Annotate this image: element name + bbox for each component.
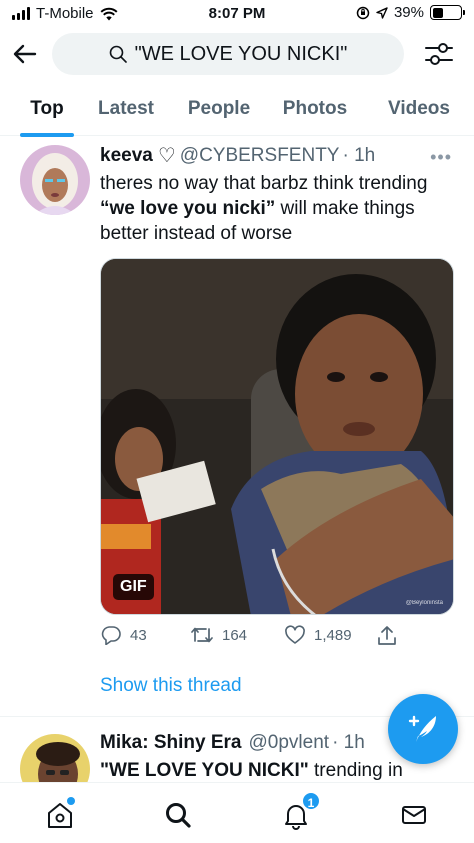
search-query: "WE LOVE YOU NICKI" — [134, 42, 348, 65]
battery-percent: 39% — [393, 4, 424, 21]
tweet-text: theres no way that barbz think trending … — [100, 171, 454, 246]
compose-tweet-button[interactable] — [388, 694, 458, 764]
like-button[interactable]: 1,489 — [284, 625, 352, 645]
avatar-image — [20, 145, 90, 215]
tab-photos-label: Photos — [282, 98, 348, 119]
nav-search[interactable] — [158, 795, 198, 835]
search-icon — [109, 45, 127, 63]
tab-latest[interactable]: Latest — [90, 86, 162, 136]
status-bar: T-Mobile 8:07 PM 39% — [0, 0, 474, 28]
tweet-text-part: trending in — [308, 760, 403, 781]
search-field[interactable]: "WE LOVE YOU NICKI" — [52, 33, 404, 75]
tweet-text-bold: "WE LOVE YOU NICKI" — [100, 760, 309, 781]
avatar[interactable] — [20, 734, 90, 782]
tweet-text-bold: “we love you nicki” — [100, 198, 276, 219]
tweet-header: Mika: Shiny Era @0pvlent · 1h — [100, 732, 365, 754]
show-thread-link[interactable]: Show this thread — [100, 675, 242, 697]
search-header: "WE LOVE YOU NICKI" — [0, 30, 474, 78]
nav-notifications[interactable]: 1 — [276, 791, 321, 835]
gif-badge: GIF — [113, 574, 154, 600]
tab-people-label: People — [187, 98, 251, 119]
mail-icon — [402, 806, 426, 824]
avatar-image — [20, 734, 90, 782]
sliders-icon — [425, 43, 453, 65]
tab-videos[interactable]: Videos — [382, 86, 456, 136]
display-name[interactable]: keeva — [100, 145, 153, 167]
notification-count-badge: 1 — [301, 791, 321, 811]
orientation-lock-icon — [356, 6, 370, 19]
tab-videos-label: Videos — [388, 98, 450, 119]
battery-fill — [432, 7, 444, 18]
back-arrow-icon — [13, 44, 37, 64]
user-handle[interactable]: @0pvlent — [249, 732, 330, 754]
tab-photos[interactable]: Photos — [278, 86, 352, 136]
timestamp: · 1h — [332, 732, 365, 753]
bottom-navigation: 1 — [0, 782, 474, 843]
like-count: 1,489 — [314, 626, 352, 644]
heart-emoji: ♡ — [157, 145, 176, 167]
retweet-count: 164 — [222, 626, 248, 644]
search-filter-button[interactable] — [424, 40, 454, 68]
heart-icon — [285, 625, 305, 644]
retweet-icon — [191, 627, 213, 643]
gif-frame — [101, 259, 453, 614]
feather-plus-icon — [408, 715, 436, 742]
tab-people[interactable]: People — [182, 86, 256, 136]
tweet-text-part: theres no way that barbz think trending — [100, 173, 428, 194]
nav-messages[interactable] — [394, 795, 434, 835]
reply-button[interactable]: 43 — [100, 625, 147, 645]
media-watermark: @Beyloninsta — [405, 600, 443, 606]
avatar[interactable] — [20, 145, 90, 215]
tweet-actions: 43 164 1,489 — [100, 625, 454, 651]
share-button[interactable] — [376, 625, 398, 647]
nav-home[interactable] — [40, 795, 80, 835]
reply-count: 43 — [130, 626, 147, 644]
search-icon — [166, 803, 191, 828]
tab-top[interactable]: Top — [20, 86, 74, 137]
home-new-dot — [67, 797, 75, 805]
search-tabs: Top Latest People Photos Videos — [0, 86, 474, 137]
tweet[interactable]: keeva ♡ @CYBERSFENTY · 1h ••• theres no … — [0, 137, 474, 717]
tweet-media-gif[interactable]: GIF @Beyloninsta — [100, 258, 454, 615]
system-indicators: 39% — [356, 4, 465, 21]
reply-icon — [101, 626, 121, 645]
tab-latest-label: Latest — [98, 98, 154, 119]
display-name[interactable]: Mika: Shiny Era — [100, 732, 242, 754]
tweet-header: keeva ♡ @CYBERSFENTY · 1h — [100, 143, 375, 168]
retweet-button[interactable]: 164 — [190, 625, 247, 645]
timestamp: · 1h — [342, 144, 376, 166]
more-options-button[interactable]: ••• — [430, 147, 452, 168]
user-handle[interactable]: @CYBERSFENTY — [180, 145, 340, 167]
back-button[interactable] — [10, 39, 40, 69]
share-icon — [378, 626, 396, 645]
tweet-text: "WE LOVE YOU NICKI" trending in — [100, 758, 454, 782]
battery-icon — [430, 5, 465, 20]
tab-top-label: Top — [30, 98, 64, 119]
location-arrow-icon — [376, 6, 388, 19]
